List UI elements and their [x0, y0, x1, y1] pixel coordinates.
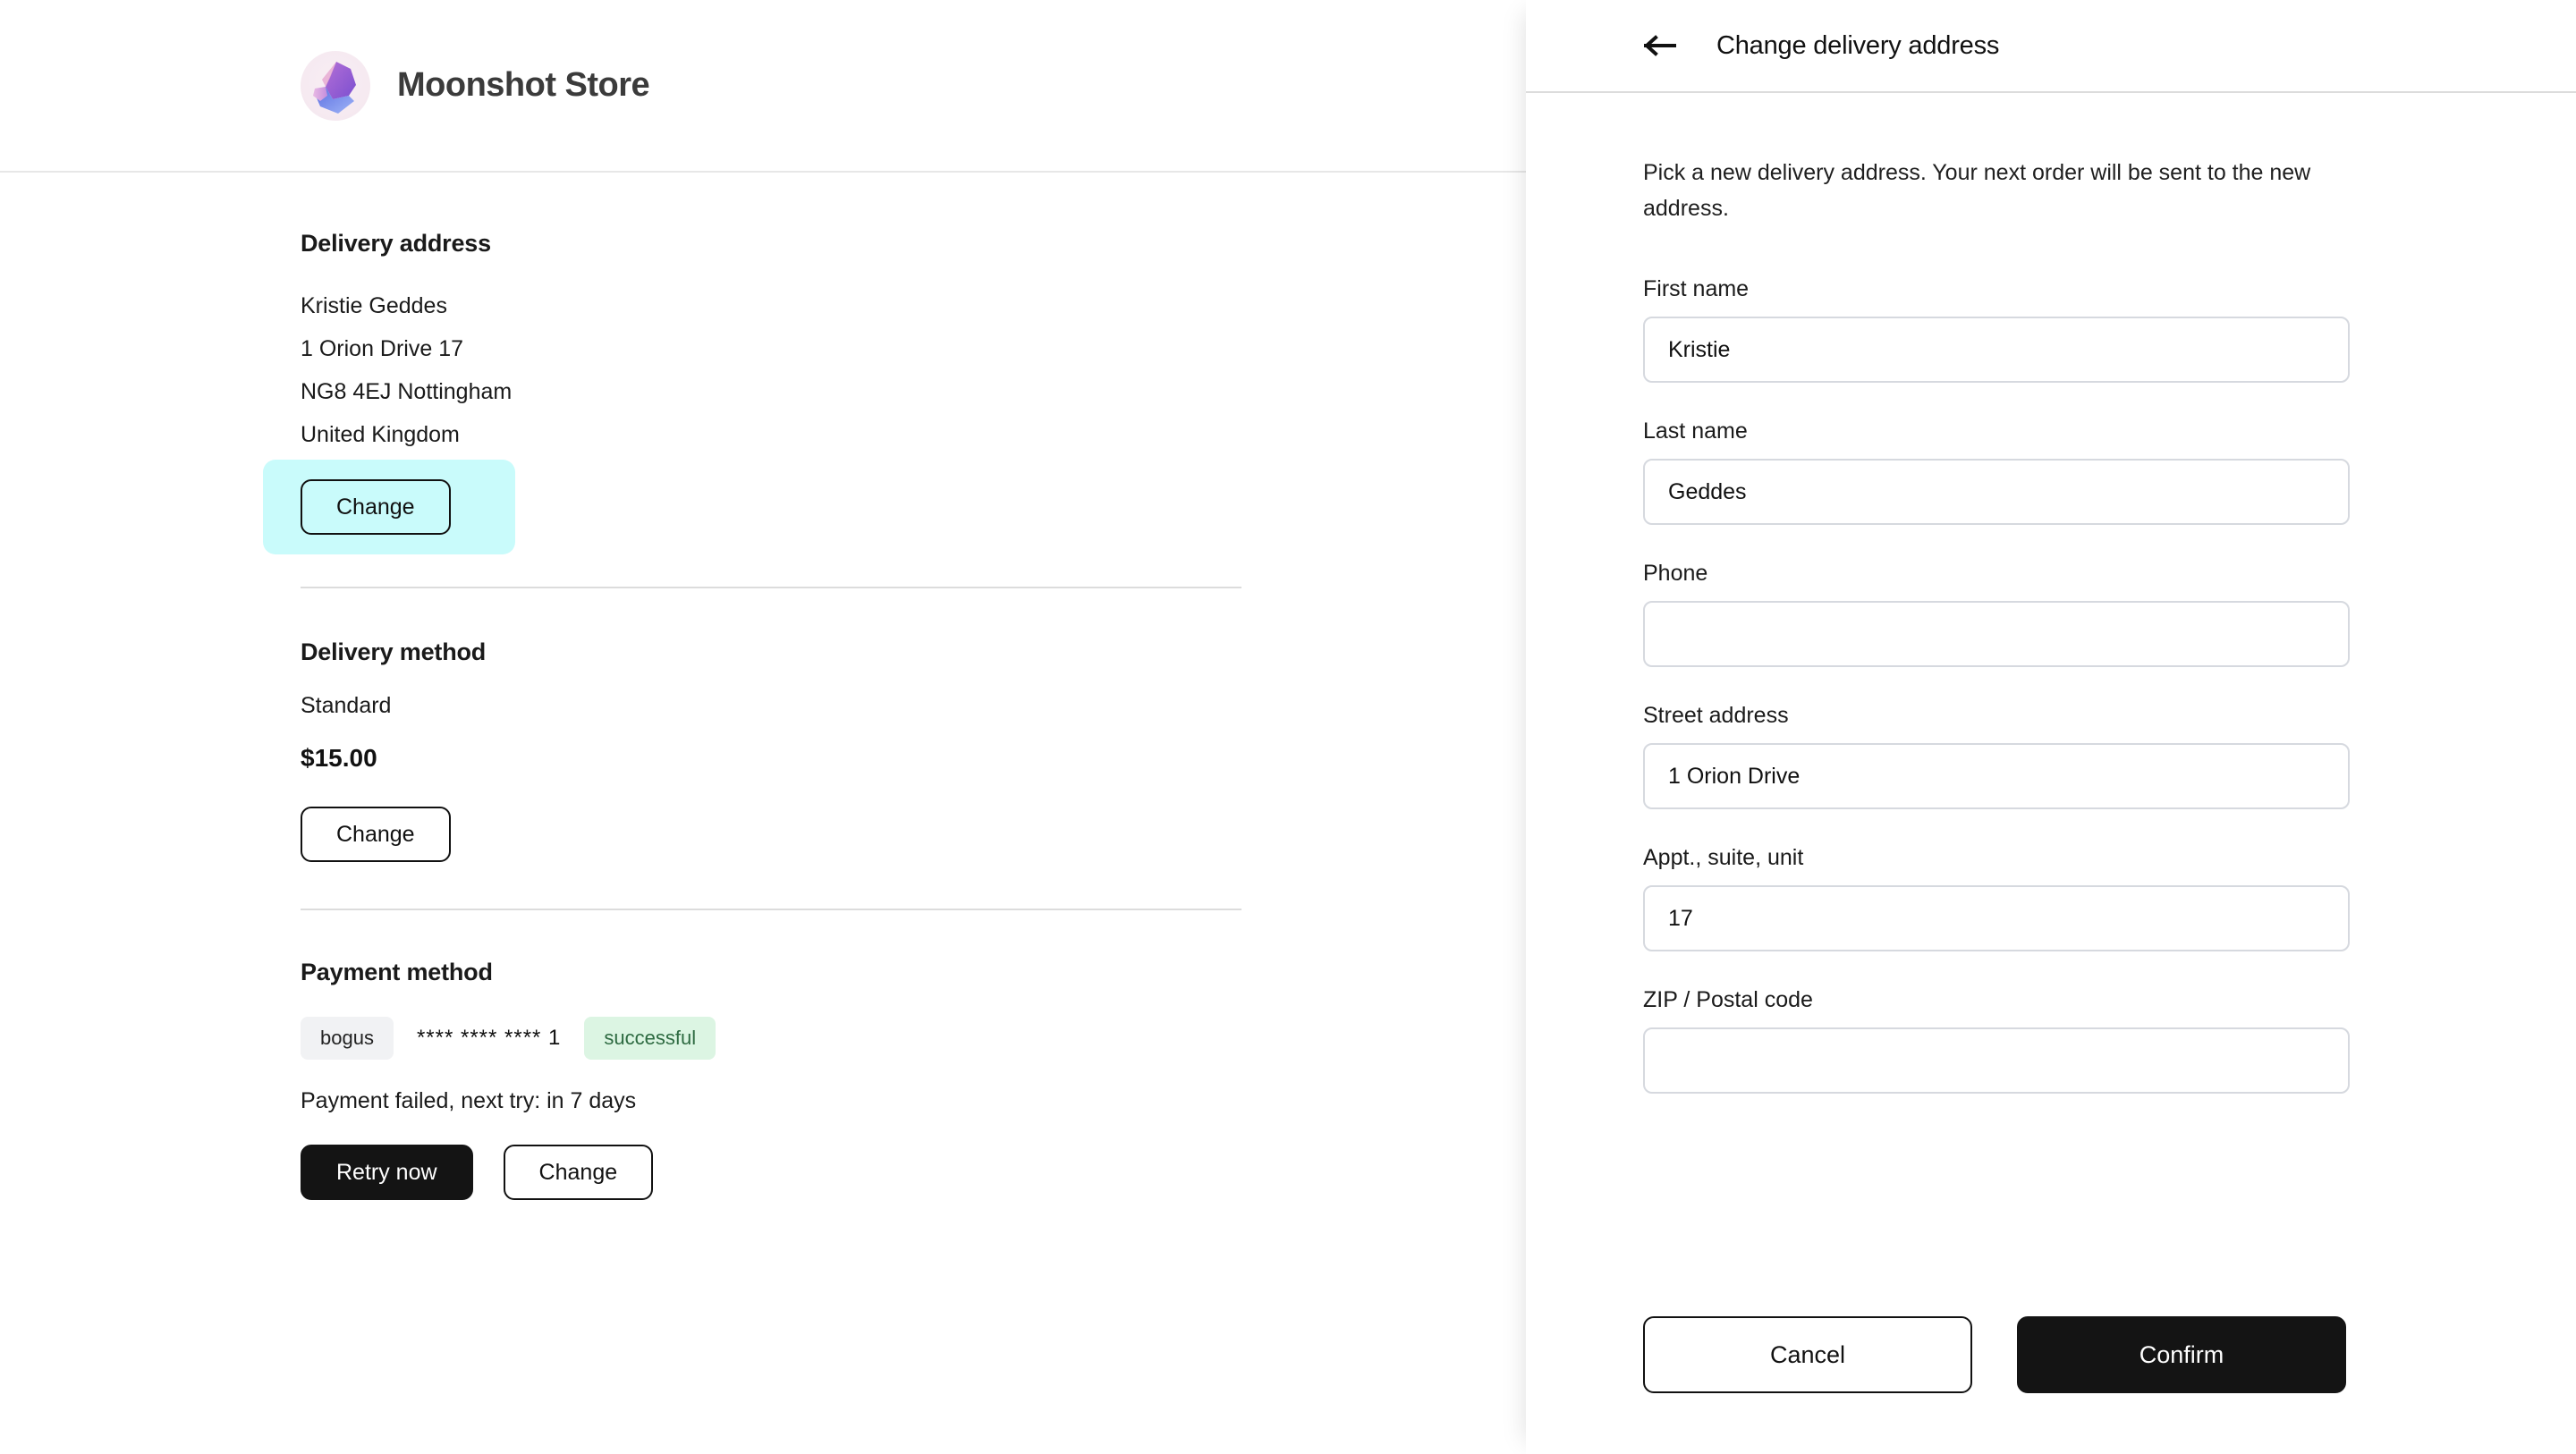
- change-payment-method-button[interactable]: Change: [503, 1145, 654, 1200]
- phone-label: Phone: [1643, 561, 1708, 586]
- cancel-button[interactable]: Cancel: [1643, 1316, 1972, 1393]
- delivery-address-title: Delivery address: [301, 230, 491, 257]
- first-name-field-group: First name: [1643, 276, 2459, 383]
- address-line: NG8 4EJ Nottingham: [301, 379, 513, 404]
- change-address-drawer: Change delivery address Pick a new deliv…: [1526, 0, 2576, 1454]
- zip-input[interactable]: [1643, 1027, 2350, 1094]
- last-name-label: Last name: [1643, 418, 1748, 444]
- street-address-field-group: Street address: [1643, 703, 2459, 809]
- drawer-title: Change delivery address: [1716, 30, 2000, 60]
- change-delivery-address-button[interactable]: Change: [301, 479, 451, 535]
- delivery-address-lines: Kristie Geddes 1 Orion Drive 17 NG8 4EJ …: [301, 284, 1225, 456]
- payment-card-number: **** **** **** 1: [416, 1026, 562, 1050]
- address-line: United Kingdom: [301, 422, 460, 447]
- storefront-body: Delivery address Kristie Geddes 1 Orion …: [0, 173, 1526, 1200]
- payment-method-title: Payment method: [301, 959, 493, 985]
- last-name-input[interactable]: [1643, 459, 2350, 525]
- payment-method-section: Payment method bogus **** **** **** 1 su…: [301, 910, 1225, 1200]
- drawer-intro-text: Pick a new delivery address. Your next o…: [1643, 160, 2311, 221]
- retry-payment-button[interactable]: Retry now: [301, 1145, 473, 1200]
- delivery-method-price: $15.00: [301, 744, 377, 772]
- address-line: 1 Orion Drive 17: [301, 336, 464, 361]
- store-header: Moonshot Store: [0, 0, 1526, 173]
- apartment-input[interactable]: [1643, 885, 2350, 951]
- street-address-label: Street address: [1643, 703, 1789, 728]
- change-delivery-method-button[interactable]: Change: [301, 807, 451, 862]
- first-name-input[interactable]: [1643, 317, 2350, 383]
- delivery-method-name: Standard: [301, 693, 392, 718]
- app-root: Moonshot Store Delivery address Kristie …: [0, 0, 2576, 1454]
- arrow-left-icon[interactable]: [1643, 28, 1679, 63]
- change-address-highlight: Change: [263, 460, 515, 554]
- street-address-input[interactable]: [1643, 743, 2350, 809]
- drawer-body: Pick a new delivery address. Your next o…: [1526, 93, 2576, 1454]
- delivery-address-section: Delivery address Kristie Geddes 1 Orion …: [263, 173, 1225, 554]
- zip-label: ZIP / Postal code: [1643, 987, 1813, 1012]
- first-name-label: First name: [1643, 276, 1750, 301]
- apartment-label: Appt., suite, unit: [1643, 845, 1804, 870]
- crystal-gem-logo-icon: [301, 50, 370, 121]
- address-line: Kristie Geddes: [301, 293, 447, 318]
- payment-provider-badge: bogus: [301, 1017, 394, 1060]
- phone-field-group: Phone: [1643, 561, 2459, 667]
- payment-status-badge: successful: [584, 1017, 716, 1060]
- delivery-method-title: Delivery method: [301, 638, 487, 665]
- payment-status-note: Payment failed, next try: in 7 days: [301, 1088, 637, 1113]
- payment-card-row: bogus **** **** **** 1 successful: [301, 1017, 1225, 1060]
- storefront-page: Moonshot Store Delivery address Kristie …: [0, 0, 1526, 1454]
- delivery-method-section: Delivery method Standard $15.00 Change: [301, 588, 1225, 862]
- phone-input[interactable]: [1643, 601, 2350, 667]
- brand-name: Moonshot Store: [397, 66, 650, 104]
- brand: Moonshot Store: [301, 50, 650, 121]
- drawer-footer: Cancel Confirm: [1526, 1293, 2576, 1454]
- drawer-header: Change delivery address: [1526, 0, 2576, 93]
- confirm-button[interactable]: Confirm: [2017, 1316, 2346, 1393]
- zip-field-group: ZIP / Postal code: [1643, 987, 2459, 1094]
- apartment-field-group: Appt., suite, unit: [1643, 845, 2459, 951]
- payment-actions: Retry now Change: [301, 1145, 1225, 1200]
- last-name-field-group: Last name: [1643, 418, 2459, 525]
